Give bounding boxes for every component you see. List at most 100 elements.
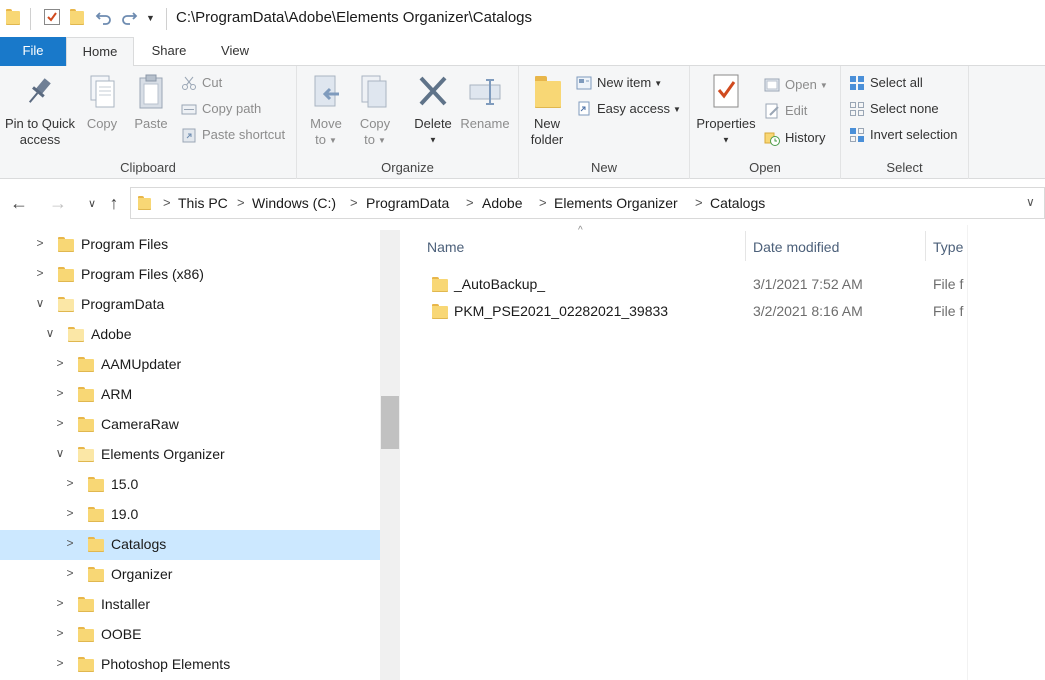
address-dropdown-chevron-icon[interactable]: ∨ — [1026, 195, 1035, 209]
copy-path-label: Copy path — [202, 101, 262, 116]
expand-chevron-icon[interactable]: > — [63, 506, 77, 520]
folder-icon — [432, 304, 448, 319]
expand-chevron-icon[interactable]: > — [53, 416, 67, 430]
undo-icon[interactable] — [95, 9, 113, 27]
tree-item[interactable]: > OOBE — [0, 620, 380, 650]
open-button[interactable]: Open ▼ — [764, 74, 828, 96]
delete-button[interactable]: Delete ▼ — [411, 72, 455, 149]
tree-item[interactable]: > ARM — [0, 380, 380, 410]
select-none-button[interactable]: Select none — [849, 98, 939, 120]
tree-item[interactable]: > Program Files (x86) — [0, 260, 380, 290]
tree-item[interactable]: > Photoshop Elements — [0, 650, 380, 680]
tree-item[interactable]: >15.0 — [0, 470, 380, 500]
copy-to-button[interactable]: Copy to ▼ — [354, 72, 396, 149]
column-name[interactable]: Name — [427, 239, 464, 255]
history-button[interactable]: History — [764, 127, 825, 149]
folder-icon — [78, 447, 94, 462]
expand-chevron-icon[interactable]: > — [63, 566, 77, 580]
tree-item-label: Program Files — [81, 236, 169, 252]
breadcrumb-chevron-icon[interactable]: > — [539, 195, 547, 210]
breadcrumb-chevron-icon[interactable]: > — [163, 195, 171, 210]
invert-selection-button[interactable]: Invert selection — [849, 124, 957, 146]
expand-chevron-icon[interactable]: > — [53, 596, 67, 610]
breadcrumb-chevron-icon[interactable]: > — [695, 195, 703, 210]
tree-item[interactable]: > AAMUpdater — [0, 350, 380, 380]
divider — [967, 225, 968, 680]
tab-view[interactable]: View — [204, 37, 266, 66]
ribbon: Pin to Quick access Copy Paste Cut Copy … — [0, 66, 1045, 179]
easy-access-button[interactable]: Easy access ▼ — [576, 98, 681, 120]
tree-item[interactable]: > Installer — [0, 590, 380, 620]
paste-shortcut-button[interactable]: Paste shortcut — [181, 124, 285, 146]
scrollbar-thumb[interactable] — [381, 396, 399, 449]
edit-button[interactable]: Edit — [764, 100, 807, 122]
expand-chevron-icon[interactable]: > — [53, 656, 67, 670]
paste-button[interactable]: Paste — [128, 72, 174, 132]
breadcrumb-windows-c[interactable]: Windows (C:) — [252, 195, 336, 211]
new-folder-icon[interactable] — [70, 9, 84, 25]
back-arrow-icon[interactable]: ← — [7, 192, 31, 214]
file-row[interactable]: PKM_PSE2021_02282021_39833 3/2/2021 8:16 … — [424, 299, 966, 325]
column-divider[interactable] — [745, 231, 746, 261]
tree-item[interactable]: ∨ Elements Organizer — [0, 440, 380, 470]
tree-item-label: CameraRaw — [101, 416, 179, 432]
collapse-chevron-icon[interactable]: ∨ — [43, 326, 57, 340]
tree-item[interactable]: >19.0 — [0, 500, 380, 530]
column-date-modified[interactable]: Date modified — [753, 239, 839, 255]
address-bar[interactable]: > This PC > Windows (C:) > ProgramData >… — [130, 187, 1045, 219]
pin-to-quick-access-button[interactable]: Pin to Quick access — [2, 72, 78, 148]
tree-item[interactable]: > Organizer — [0, 560, 380, 590]
tree-item-label: Elements Organizer — [101, 446, 225, 462]
forward-arrow-icon[interactable]: → — [46, 192, 70, 214]
folder-icon — [68, 327, 84, 342]
up-arrow-icon[interactable]: ↑ — [102, 192, 126, 214]
expand-chevron-icon[interactable]: > — [33, 236, 47, 250]
file-row[interactable]: _AutoBackup_ 3/1/2021 7:52 AM File f — [424, 272, 966, 298]
select-group: Select all Select none Invert selection … — [841, 66, 969, 179]
tab-file[interactable]: File — [0, 37, 66, 66]
tree-item[interactable]: > CameraRaw — [0, 410, 380, 440]
breadcrumb-chevron-icon[interactable]: > — [237, 195, 245, 210]
copy-to-icon — [358, 72, 392, 112]
properties-button[interactable]: Properties ▼ — [694, 72, 758, 149]
rename-button[interactable]: Rename — [459, 72, 511, 132]
new-folder-button[interactable]: New folder — [525, 72, 569, 148]
collapse-chevron-icon[interactable]: ∨ — [53, 446, 67, 460]
expand-chevron-icon[interactable]: > — [53, 626, 67, 640]
breadcrumb-elements-organizer[interactable]: Elements Organizer — [554, 195, 678, 211]
navigation-pane-scrollbar[interactable] — [380, 230, 400, 680]
select-all-button[interactable]: Select all — [849, 72, 923, 94]
tree-item[interactable]: > Catalogs — [0, 530, 380, 560]
tree-item[interactable]: ∨ ProgramData — [0, 290, 380, 320]
expand-chevron-icon[interactable]: > — [63, 476, 77, 490]
breadcrumb-chevron-icon[interactable]: > — [350, 195, 358, 210]
tab-share[interactable]: Share — [138, 37, 200, 66]
breadcrumb-adobe[interactable]: Adobe — [482, 195, 522, 211]
copy-path-button[interactable]: Copy path — [181, 98, 261, 120]
move-to-button[interactable]: Move to ▼ — [305, 72, 347, 149]
expand-chevron-icon[interactable]: > — [53, 356, 67, 370]
copy-button[interactable]: Copy — [80, 72, 124, 132]
paste-shortcut-label: Paste shortcut — [202, 127, 286, 142]
column-type[interactable]: Type — [933, 239, 963, 255]
breadcrumb-catalogs[interactable]: Catalogs — [710, 195, 765, 211]
column-divider[interactable] — [925, 231, 926, 261]
tab-home[interactable]: Home — [66, 37, 134, 67]
collapse-chevron-icon[interactable]: ∨ — [33, 296, 47, 310]
breadcrumb-chevron-icon[interactable]: > — [466, 195, 474, 210]
redo-icon[interactable] — [120, 9, 138, 27]
select-all-icon — [849, 75, 865, 91]
tree-item-label: Program Files (x86) — [81, 266, 204, 282]
expand-chevron-icon[interactable]: > — [63, 536, 77, 550]
new-item-button[interactable]: New item ▼ — [576, 72, 662, 94]
cut-button[interactable]: Cut — [181, 72, 222, 94]
recent-locations-chevron-icon[interactable]: ∨ — [80, 193, 104, 215]
expand-chevron-icon[interactable]: > — [33, 266, 47, 280]
tree-item[interactable]: > Program Files — [0, 230, 380, 260]
breadcrumb-this-pc[interactable]: This PC — [178, 195, 228, 211]
properties-icon[interactable] — [44, 9, 60, 25]
expand-chevron-icon[interactable]: > — [53, 386, 67, 400]
breadcrumb-programdata[interactable]: ProgramData — [366, 195, 449, 211]
customize-toolbar-chevron-icon[interactable]: ▼ — [146, 13, 156, 31]
tree-item[interactable]: ∨ Adobe — [0, 320, 380, 350]
